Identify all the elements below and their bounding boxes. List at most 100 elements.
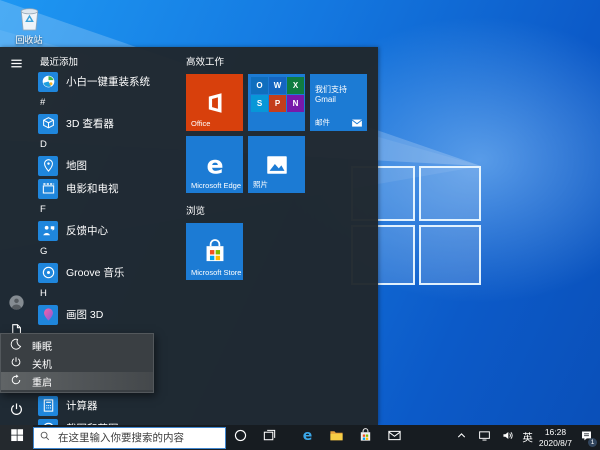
app-list-item[interactable]: 反馈中心 <box>33 219 185 242</box>
restart-icon <box>10 374 22 389</box>
recently-added-header: 最近添加 <box>33 51 185 70</box>
app-list-item[interactable]: 电影和电视 <box>33 177 185 200</box>
windows-desktop-screen: 回收站 最近添加小白一键重装系统 #3D 查看器 D 地图电影和电视 F 反馈中心 G Gro… <box>0 0 600 450</box>
windows-logo-icon <box>10 428 24 447</box>
taskbar-search-box[interactable] <box>33 427 226 449</box>
moon-icon <box>10 338 22 353</box>
app-label: 电影和电视 <box>66 181 119 196</box>
tile-office[interactable]: Office <box>186 74 243 131</box>
app-list-item[interactable]: 小白一键重装系统 <box>33 70 185 93</box>
app-section-letter-header[interactable]: D <box>33 135 185 154</box>
task-view-button[interactable] <box>255 425 284 450</box>
paint3d-icon <box>38 305 58 325</box>
mail-tile-promo-text: 我们支持 Gmail <box>315 85 364 105</box>
taskbar-store-button[interactable] <box>351 425 380 450</box>
tile-label: 照片 <box>253 179 268 190</box>
tile-label: Office <box>191 119 210 128</box>
app-label: 3D 查看器 <box>66 116 114 131</box>
app-list-item[interactable]: 画图 3D <box>33 303 185 326</box>
notification-badge: 1 <box>588 438 597 447</box>
power-icon <box>10 356 22 371</box>
tile-microsoft-edge[interactable]: eMicrosoft Edge <box>186 136 243 193</box>
mail-envelope-icon <box>387 428 402 448</box>
taskbar-edge-button[interactable]: e <box>293 425 322 450</box>
power-icon <box>9 402 24 422</box>
app-list-item[interactable]: 计算器 <box>33 394 185 417</box>
network-monitor-icon <box>478 429 491 447</box>
svg-text:e: e <box>303 428 313 443</box>
calculator-icon <box>38 396 58 416</box>
power-menu-item[interactable]: 重启 <box>1 372 153 390</box>
app-label: 地图 <box>66 158 87 173</box>
svg-text:e: e <box>206 152 223 178</box>
expand-menu-button[interactable] <box>7 57 25 75</box>
taskbar-clock[interactable]: 16:28 2020/8/7 <box>539 427 572 447</box>
power-menu-item-label: 重启 <box>32 374 52 389</box>
volume-button[interactable] <box>499 428 516 448</box>
start-button[interactable] <box>0 425 33 450</box>
power-menu-item-label: 关机 <box>32 356 52 371</box>
tile-group-header: 浏览 <box>186 202 376 218</box>
power-menu-item[interactable]: 关机 <box>1 354 153 372</box>
power-button[interactable] <box>7 403 25 421</box>
app-section-letter-header[interactable]: G <box>33 242 185 261</box>
task-view-icon <box>262 428 277 448</box>
app-section-letter-header[interactable]: # <box>33 93 185 112</box>
app-list-item[interactable]: Groove 音乐 <box>33 261 185 284</box>
suite-app-icon: O <box>251 77 268 94</box>
action-center-button[interactable]: 1 <box>578 428 595 448</box>
search-input[interactable] <box>56 431 220 445</box>
app-label: 小白一键重装系统 <box>66 74 150 89</box>
suite-app-icon: X <box>287 77 304 94</box>
speaker-icon <box>501 429 514 447</box>
suite-app-icon: P <box>269 95 286 112</box>
tile-group-header: 高效工作 <box>186 53 376 69</box>
taskbar: e 英 16:28 2020/8/7 1 <box>0 425 600 450</box>
clock-date: 2020/8/7 <box>539 438 572 448</box>
app-section-letter-header[interactable]: F <box>33 200 185 219</box>
user-avatar-icon <box>9 295 24 315</box>
groove-icon <box>38 263 58 283</box>
taskbar-file-explorer-button[interactable] <box>322 425 351 450</box>
folder-icon <box>329 428 344 448</box>
power-menu-item[interactable]: 睡眠 <box>1 336 153 354</box>
system-tray: 英 16:28 2020/8/7 1 <box>453 427 600 447</box>
cortana-button[interactable] <box>226 425 255 450</box>
xiaobai-icon <box>38 72 58 92</box>
tile-label: Microsoft Store <box>191 268 241 277</box>
power-menu-item-label: 睡眠 <box>32 338 52 353</box>
power-flyout-menu: 睡眠关机重启 <box>0 333 154 393</box>
mail-envelope-icon <box>351 116 363 128</box>
network-status-button[interactable] <box>476 428 493 448</box>
recycle-bin-label: 回收站 <box>6 33 52 46</box>
feedback-icon <box>38 221 58 241</box>
tile-邮件[interactable]: 我们支持 Gmail邮件 <box>310 74 367 131</box>
taskbar-mail-button[interactable] <box>380 425 409 450</box>
office-suite-mini-icons: OWXSPN <box>251 77 304 112</box>
store-bag-icon <box>358 428 373 448</box>
tile-照片[interactable]: 照片 <box>248 136 305 193</box>
app-label: 计算器 <box>66 398 98 413</box>
tile-office-suite[interactable]: OWXSPN <box>248 74 305 131</box>
chevron-up-icon <box>455 429 468 447</box>
suite-app-icon: S <box>251 95 268 112</box>
recycle-bin-desktop-icon[interactable]: 回收站 <box>6 5 52 46</box>
suite-app-icon: W <box>269 77 286 94</box>
user-account-button[interactable] <box>7 296 25 314</box>
app-label: 画图 3D <box>66 307 103 322</box>
cortana-icon <box>233 428 248 448</box>
search-icon <box>39 429 51 447</box>
movies-icon <box>38 179 58 199</box>
start-menu-tiles: 高效工作OfficeOWXSPN我们支持 Gmail邮件eMicrosoft E… <box>186 53 376 289</box>
app-label: Groove 音乐 <box>66 265 124 280</box>
app-section-letter-header[interactable]: H <box>33 284 185 303</box>
app-list-item[interactable]: 3D 查看器 <box>33 112 185 135</box>
start-menu: 最近添加小白一键重装系统 #3D 查看器 D 地图电影和电视 F 反馈中心 G Groove … <box>0 47 378 425</box>
hidden-icons-button[interactable] <box>453 428 470 448</box>
app-list-item[interactable]: 地图 <box>33 154 185 177</box>
tile-grid: OfficeOWXSPN我们支持 Gmail邮件eMicrosoft Edge照… <box>186 74 376 193</box>
ime-indicator[interactable]: 英 <box>522 430 533 445</box>
tile-microsoft-store[interactable]: Microsoft Store <box>186 223 243 280</box>
app-label: 反馈中心 <box>66 223 108 238</box>
hamburger-icon <box>9 56 24 76</box>
